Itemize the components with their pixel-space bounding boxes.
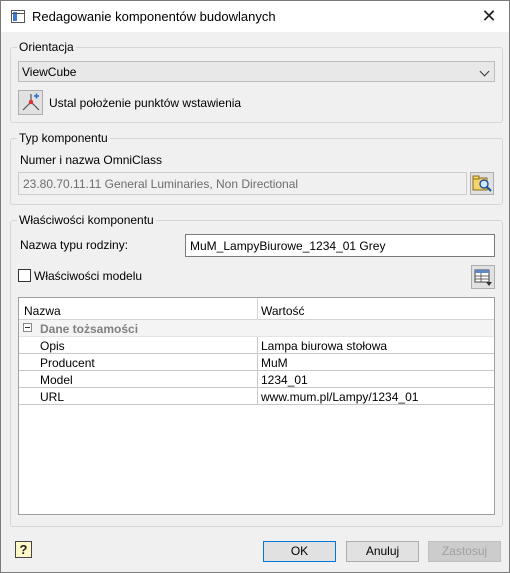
table-row[interactable]: Producent MuM bbox=[19, 354, 494, 371]
row-value[interactable]: Lampa biurowa stołowa bbox=[261, 339, 387, 353]
orientation-selected-value: ViewCube bbox=[22, 65, 77, 79]
omniclass-value: 23.80.70.11.11 General Luminaries, Non D… bbox=[23, 177, 299, 191]
dialog-window: Redagowanie komponentów budowlanych ✕ Or… bbox=[0, 0, 510, 573]
column-divider[interactable] bbox=[257, 298, 258, 320]
help-icon: ? bbox=[15, 541, 32, 558]
row-value[interactable]: MuM bbox=[261, 356, 288, 370]
omniclass-browse-button[interactable] bbox=[470, 172, 494, 195]
column-header-value[interactable]: Wartość bbox=[261, 304, 305, 318]
row-value[interactable]: 1234_01 bbox=[261, 373, 308, 387]
orientation-dropdown[interactable]: ViewCube bbox=[18, 61, 495, 82]
column-header-name[interactable]: Nazwa bbox=[24, 304, 61, 318]
insertion-point-button[interactable] bbox=[18, 90, 43, 115]
family-type-value: MuM_LampyBiurowe_1234_01 Grey bbox=[190, 239, 386, 253]
row-name: Opis bbox=[40, 339, 65, 353]
properties-grid: Nazwa Wartość Dane tożsamości Opis Lampa… bbox=[18, 297, 495, 515]
title-bar: Redagowanie komponentów budowlanych ✕ bbox=[1, 1, 509, 32]
collapse-icon[interactable] bbox=[23, 323, 32, 332]
row-value[interactable]: www.mum.pl/Lampy/1234_01 bbox=[261, 390, 418, 404]
grid-group-row[interactable]: Dane tożsamości bbox=[19, 320, 494, 337]
grid-header: Nazwa Wartość bbox=[19, 298, 494, 320]
close-icon[interactable]: ✕ bbox=[471, 3, 507, 30]
help-button[interactable]: ? bbox=[13, 539, 35, 561]
table-row[interactable]: Model 1234_01 bbox=[19, 371, 494, 388]
table-settings-button[interactable] bbox=[471, 265, 495, 289]
row-divider bbox=[257, 354, 258, 370]
window-title: Redagowanie komponentów budowlanych bbox=[32, 9, 276, 24]
family-type-input[interactable]: MuM_LampyBiurowe_1234_01 Grey bbox=[185, 234, 495, 257]
chevron-down-icon bbox=[479, 66, 490, 77]
orientation-group: Orientacja bbox=[10, 40, 503, 123]
family-type-label: Nazwa typu rodziny: bbox=[20, 238, 129, 252]
app-window-icon bbox=[11, 10, 25, 23]
table-settings-icon bbox=[474, 269, 492, 286]
svg-text:?: ? bbox=[20, 542, 28, 557]
component-properties-legend: Właściwości komponentu bbox=[17, 213, 156, 227]
insertion-point-icon bbox=[22, 93, 40, 111]
cancel-button[interactable]: Anuluj bbox=[346, 541, 419, 562]
row-divider bbox=[257, 371, 258, 387]
table-row[interactable]: URL www.mum.pl/Lampy/1234_01 bbox=[19, 388, 494, 405]
browse-catalog-icon bbox=[472, 175, 492, 192]
component-type-legend: Typ komponentu bbox=[17, 131, 110, 145]
table-row[interactable]: Opis Lampa biurowa stołowa bbox=[19, 337, 494, 354]
grid-group-label: Dane tożsamości bbox=[40, 322, 139, 336]
row-name: Model bbox=[40, 373, 73, 387]
insertion-points-label: Ustal położenie punktów wstawienia bbox=[49, 96, 242, 110]
row-divider bbox=[257, 337, 258, 353]
row-name: URL bbox=[40, 390, 65, 404]
row-name: Producent bbox=[40, 356, 95, 370]
omniclass-field: 23.80.70.11.11 General Luminaries, Non D… bbox=[18, 172, 467, 195]
model-properties-checkbox[interactable] bbox=[18, 269, 31, 282]
omniclass-label: Numer i nazwa OmniClass bbox=[20, 153, 163, 167]
apply-button[interactable]: Zastosuj bbox=[428, 541, 501, 562]
ok-button[interactable]: OK bbox=[263, 541, 336, 562]
model-properties-label: Właściwości modelu bbox=[34, 269, 143, 283]
orientation-legend: Orientacja bbox=[17, 40, 76, 54]
row-divider bbox=[257, 388, 258, 404]
